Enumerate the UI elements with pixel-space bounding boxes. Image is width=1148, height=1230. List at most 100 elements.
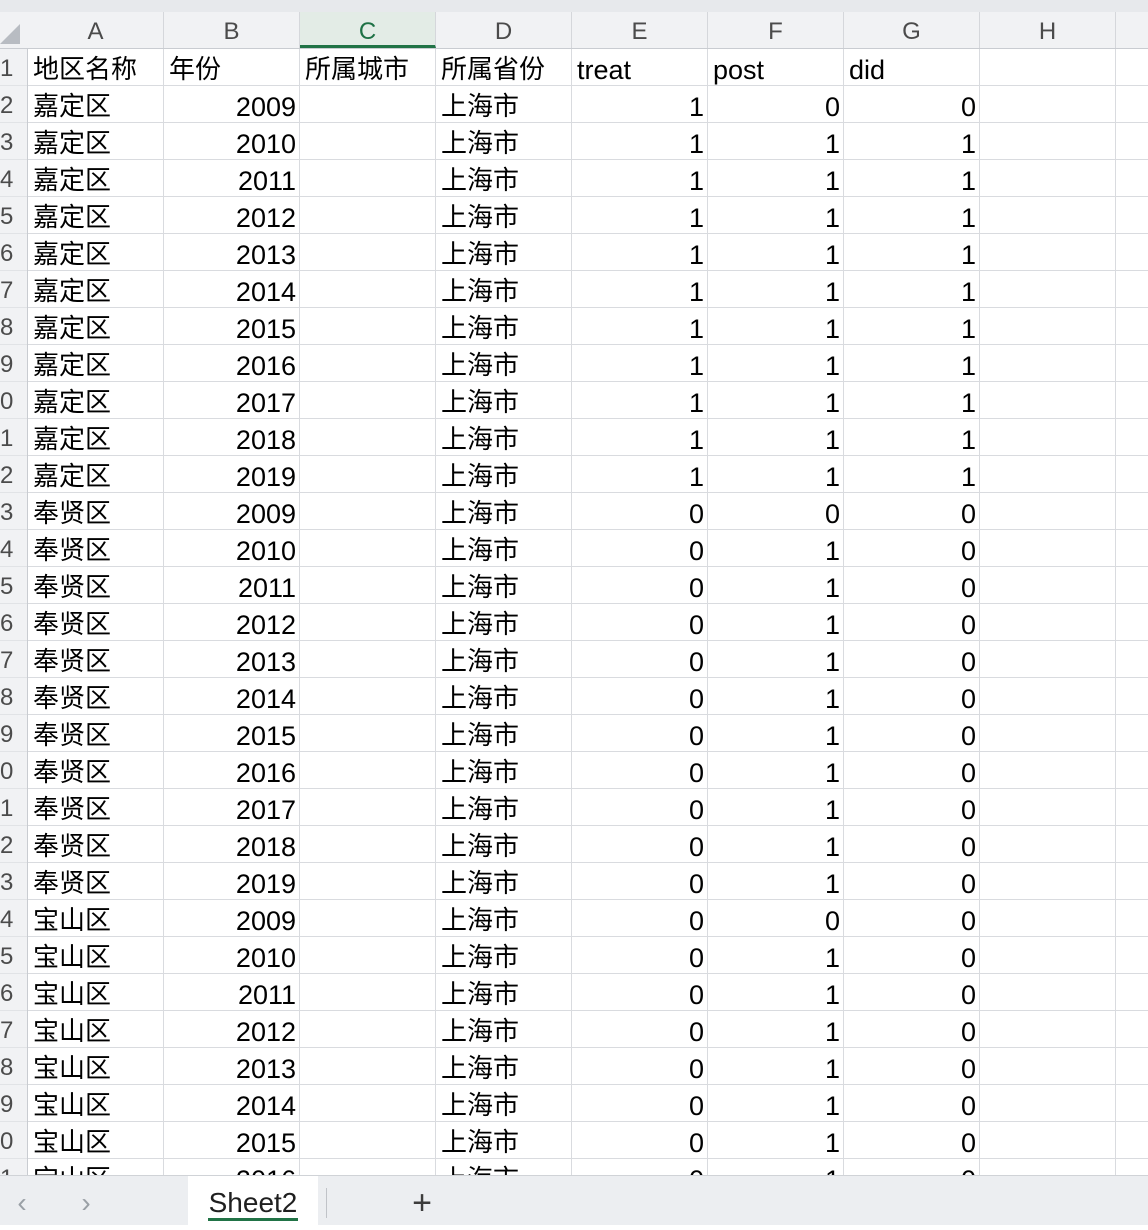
cell-e[interactable]: 0: [572, 1085, 708, 1121]
cell-c[interactable]: [300, 1122, 436, 1158]
cell-f[interactable]: 1: [708, 789, 844, 825]
cell-d[interactable]: 上海市: [436, 197, 572, 233]
cell-g[interactable]: 1: [844, 271, 980, 307]
cell-f[interactable]: post: [708, 49, 844, 85]
cell-f[interactable]: 1: [708, 271, 844, 307]
cell-h[interactable]: [980, 493, 1116, 529]
cell-e[interactable]: 1: [572, 160, 708, 196]
cell-a[interactable]: 嘉定区: [28, 86, 164, 122]
cell-e[interactable]: 1: [572, 123, 708, 159]
cell-f[interactable]: 1: [708, 826, 844, 862]
cell-c[interactable]: [300, 974, 436, 1010]
cell-b[interactable]: 2013: [164, 234, 300, 270]
cell-e[interactable]: 0: [572, 1122, 708, 1158]
cell-e[interactable]: 0: [572, 567, 708, 603]
cell-g[interactable]: 0: [844, 974, 980, 1010]
cell-e[interactable]: 0: [572, 678, 708, 714]
cell-c[interactable]: [300, 604, 436, 640]
cell-a[interactable]: 奉贤区: [28, 826, 164, 862]
cell-a[interactable]: 嘉定区: [28, 345, 164, 381]
row-header[interactable]: 9: [0, 345, 27, 382]
cell-f[interactable]: 1: [708, 752, 844, 788]
cell-c[interactable]: [300, 530, 436, 566]
cell-h[interactable]: [980, 308, 1116, 344]
cell-f[interactable]: 1: [708, 1048, 844, 1084]
row-header[interactable]: 3: [0, 863, 27, 900]
cell-c[interactable]: [300, 493, 436, 529]
column-header-b[interactable]: B: [164, 12, 300, 48]
cell-f[interactable]: 0: [708, 86, 844, 122]
cell-a[interactable]: 奉贤区: [28, 715, 164, 751]
cell-h[interactable]: [980, 530, 1116, 566]
cell-b[interactable]: 2014: [164, 678, 300, 714]
cell-a[interactable]: 奉贤区: [28, 789, 164, 825]
cell-d[interactable]: 上海市: [436, 752, 572, 788]
cell-h[interactable]: [980, 826, 1116, 862]
cell-e[interactable]: 0: [572, 863, 708, 899]
cell-e[interactable]: 0: [572, 900, 708, 936]
cell-a[interactable]: 嘉定区: [28, 197, 164, 233]
row-header[interactable]: 9: [0, 1085, 27, 1122]
column-header-h[interactable]: H: [980, 12, 1116, 48]
row-header[interactable]: 5: [0, 197, 27, 234]
cell-d[interactable]: 上海市: [436, 308, 572, 344]
cell-d[interactable]: 上海市: [436, 493, 572, 529]
cell-f[interactable]: 1: [708, 1159, 844, 1175]
cell-h[interactable]: [980, 86, 1116, 122]
row-header[interactable]: 2: [0, 826, 27, 863]
cell-a[interactable]: 奉贤区: [28, 604, 164, 640]
cell-c[interactable]: [300, 123, 436, 159]
cell-e[interactable]: 1: [572, 308, 708, 344]
cell-c[interactable]: [300, 86, 436, 122]
row-header[interactable]: 5: [0, 937, 27, 974]
cell-f[interactable]: 1: [708, 419, 844, 455]
cell-a[interactable]: 奉贤区: [28, 863, 164, 899]
cell-c[interactable]: [300, 641, 436, 677]
cell-e[interactable]: 1: [572, 382, 708, 418]
cell-g[interactable]: 0: [844, 1085, 980, 1121]
cell-c[interactable]: [300, 1048, 436, 1084]
cell-f[interactable]: 1: [708, 641, 844, 677]
cell-e[interactable]: 0: [572, 1048, 708, 1084]
cell-c[interactable]: [300, 345, 436, 381]
cell-f[interactable]: 1: [708, 567, 844, 603]
cell-f[interactable]: 1: [708, 197, 844, 233]
row-header[interactable]: 3: [0, 493, 27, 530]
cell-d[interactable]: 上海市: [436, 715, 572, 751]
row-header[interactable]: 0: [0, 752, 27, 789]
row-header[interactable]: 7: [0, 271, 27, 308]
cell-g[interactable]: 1: [844, 123, 980, 159]
cell-a[interactable]: 地区名称: [28, 49, 164, 85]
cell-d[interactable]: 上海市: [436, 1048, 572, 1084]
cell-d[interactable]: 上海市: [436, 900, 572, 936]
cell-a[interactable]: 宝山区: [28, 1048, 164, 1084]
cell-c[interactable]: [300, 863, 436, 899]
cell-g[interactable]: 1: [844, 456, 980, 492]
cell-b[interactable]: 2010: [164, 530, 300, 566]
cell-g[interactable]: 0: [844, 900, 980, 936]
cell-a[interactable]: 奉贤区: [28, 567, 164, 603]
cell-a[interactable]: 嘉定区: [28, 123, 164, 159]
cell-b[interactable]: 2013: [164, 1048, 300, 1084]
cell-g[interactable]: 0: [844, 86, 980, 122]
cell-f[interactable]: 1: [708, 234, 844, 270]
cell-f[interactable]: 1: [708, 604, 844, 640]
cell-g[interactable]: 1: [844, 345, 980, 381]
cell-c[interactable]: [300, 826, 436, 862]
cell-b[interactable]: 2010: [164, 937, 300, 973]
cell-b[interactable]: 2011: [164, 567, 300, 603]
cell-f[interactable]: 1: [708, 160, 844, 196]
cell-a[interactable]: 宝山区: [28, 900, 164, 936]
cell-b[interactable]: 2019: [164, 456, 300, 492]
cell-h[interactable]: [980, 382, 1116, 418]
cell-g[interactable]: 1: [844, 197, 980, 233]
cell-h[interactable]: [980, 271, 1116, 307]
row-header[interactable]: 3: [0, 123, 27, 160]
cell-h[interactable]: [980, 1048, 1116, 1084]
next-sheet-icon[interactable]: ›: [66, 1176, 106, 1225]
cell-d[interactable]: 上海市: [436, 974, 572, 1010]
cell-e[interactable]: 0: [572, 826, 708, 862]
cell-g[interactable]: 0: [844, 678, 980, 714]
cell-d[interactable]: 上海市: [436, 826, 572, 862]
cell-e[interactable]: 0: [572, 715, 708, 751]
